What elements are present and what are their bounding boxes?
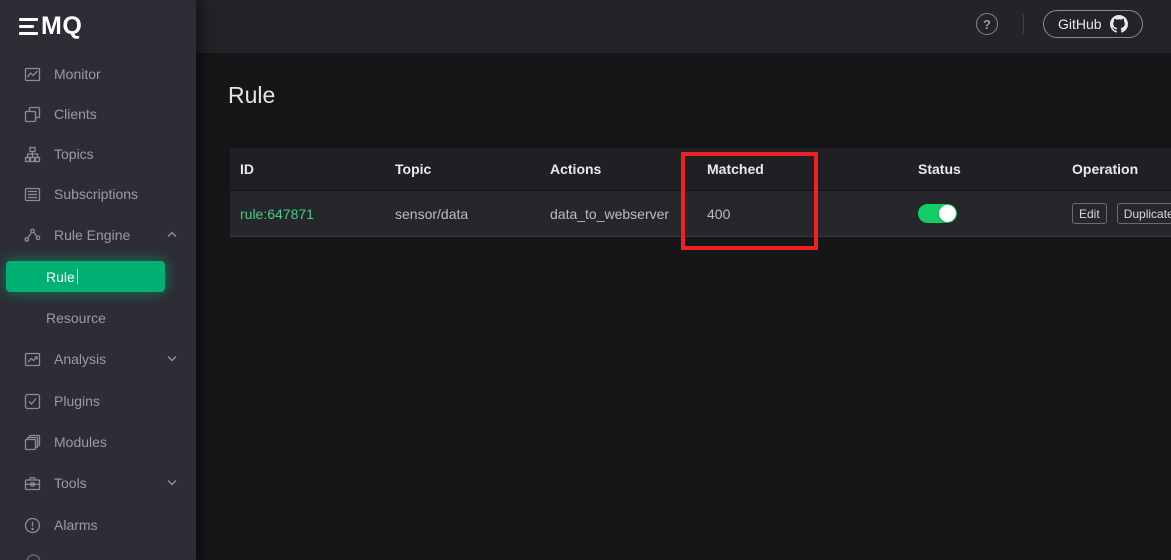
topics-sitemap-icon — [24, 146, 41, 163]
sidebar-item-label: Rule Engine — [54, 227, 130, 243]
page-title: Rule — [228, 82, 275, 109]
sidebar-item-label: Rule — [46, 269, 75, 285]
column-header-id: ID — [230, 148, 385, 190]
sidebar-item-subscriptions[interactable]: Subscriptions — [0, 174, 196, 214]
sidebar-item-resource[interactable]: Resource — [0, 300, 196, 336]
rule-status-cell — [908, 204, 1062, 223]
column-header-actions: Actions — [540, 148, 697, 190]
sidebar-item-rule-engine[interactable]: Rule Engine — [0, 215, 196, 255]
sidebar-item-plugins[interactable]: Plugins — [0, 381, 196, 421]
topbar: ? GitHub — [196, 0, 1171, 53]
sidebar-item-alarms[interactable]: Alarms — [0, 505, 196, 545]
sidebar-item-modules[interactable]: Modules — [0, 422, 196, 462]
chevron-down-icon[interactable] — [167, 479, 177, 486]
chevron-down-icon[interactable] — [167, 355, 177, 362]
subscriptions-list-icon — [24, 186, 41, 203]
rule-actions-cell: data_to_webserver — [540, 206, 697, 222]
rule-matched-cell: 400 — [697, 206, 908, 222]
chevron-up-icon[interactable] — [167, 231, 177, 238]
table-row: rule:647871 sensor/data data_to_webserve… — [230, 191, 1171, 237]
sidebar-item-label: Resource — [46, 310, 106, 326]
sidebar-item-topics[interactable]: Topics — [0, 134, 196, 174]
toggle-knob — [939, 205, 956, 222]
help-circle-icon[interactable]: ? — [976, 13, 998, 35]
rule-engine-share-icon — [24, 227, 41, 244]
rule-topic-cell: sensor/data — [385, 206, 540, 222]
duplicate-button[interactable]: Duplicate — [1117, 203, 1171, 224]
edit-button[interactable]: Edit — [1072, 203, 1107, 224]
sidebar-item-label: Alarms — [54, 517, 98, 533]
github-octocat-icon — [1110, 15, 1128, 33]
settings-icon[interactable] — [25, 553, 42, 560]
logo-text: MQ — [41, 12, 82, 41]
sidebar-item-rule[interactable]: Rule — [6, 261, 165, 292]
plugins-checkbox-icon — [24, 393, 41, 410]
column-header-topic: Topic — [385, 148, 540, 190]
sidebar-item-label: Tools — [54, 475, 87, 491]
column-header-status: Status — [908, 148, 1062, 190]
emq-bars-icon — [19, 18, 38, 36]
alarm-warning-icon — [24, 517, 41, 534]
sidebar-item-label: Topics — [54, 146, 94, 162]
topbar-divider — [1023, 14, 1024, 34]
analysis-trend-icon — [24, 351, 41, 368]
sidebar-item-label: Modules — [54, 434, 107, 450]
sidebar-item-analysis[interactable]: Analysis — [0, 339, 196, 379]
modules-stack-icon — [24, 434, 41, 451]
sidebar-item-monitor[interactable]: Monitor — [0, 54, 196, 94]
column-header-operation: Operation — [1062, 148, 1171, 190]
sidebar-item-clients[interactable]: Clients — [0, 94, 196, 134]
github-button-label: GitHub — [1058, 16, 1102, 32]
tools-briefcase-icon — [24, 475, 41, 492]
status-toggle[interactable] — [918, 204, 957, 223]
rule-table: ID Topic Actions Matched Status Operatio… — [230, 148, 1171, 237]
column-header-matched: Matched — [697, 148, 908, 190]
sidebar-item-tools[interactable]: Tools — [0, 463, 196, 503]
sidebar: MQ Monitor Clients Topics Subscriptions … — [0, 0, 196, 560]
text-cursor — [77, 269, 79, 284]
sidebar-item-label: Plugins — [54, 393, 100, 409]
clients-copy-icon — [24, 106, 41, 123]
table-header-row: ID Topic Actions Matched Status Operatio… — [230, 148, 1171, 191]
monitor-chart-icon — [24, 66, 41, 83]
sidebar-item-label: Subscriptions — [54, 186, 138, 202]
github-button[interactable]: GitHub — [1043, 10, 1143, 38]
rule-id-link[interactable]: rule:647871 — [230, 206, 385, 222]
sidebar-item-label: Monitor — [54, 66, 101, 82]
sidebar-item-label: Analysis — [54, 351, 106, 367]
sidebar-item-label: Clients — [54, 106, 97, 122]
emq-logo[interactable]: MQ — [0, 0, 196, 53]
rule-operation-cell: Edit Duplicate — [1062, 203, 1171, 224]
